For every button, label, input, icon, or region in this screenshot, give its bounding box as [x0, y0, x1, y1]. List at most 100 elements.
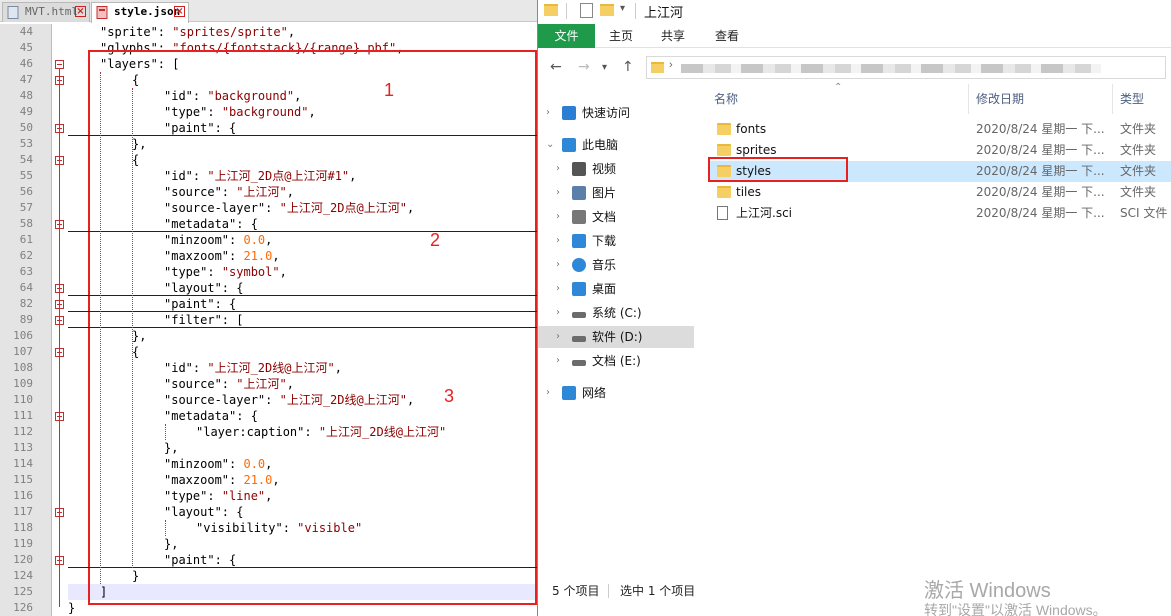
line-number: 117	[13, 505, 33, 518]
line-number: 64	[19, 281, 33, 294]
file-type: 文件夹	[1120, 122, 1157, 136]
file-row[interactable]: 上江河.sci 2020/8/24 星期一 下... SCI 文件	[708, 203, 1171, 224]
chevron-icon[interactable]: ›	[546, 102, 550, 124]
chevron-icon[interactable]: ›	[556, 254, 560, 276]
line-number: 118	[13, 521, 33, 534]
fold-separator	[68, 295, 537, 296]
file-date: 2020/8/24 星期一 下...	[976, 206, 1105, 220]
chevron-icon[interactable]: ›	[556, 182, 560, 204]
indent-guide	[165, 520, 166, 536]
up-arrow-icon[interactable]: ↑	[622, 59, 634, 75]
chevron-icon[interactable]: ›	[556, 350, 560, 372]
fold-toggle-icon[interactable]	[55, 60, 64, 69]
file-list: 名称 ⌃ 修改日期 类型 fonts 2020/8/24 星期一 下... 文件夹 s…	[708, 82, 1171, 564]
file-type: SCI 文件	[1120, 206, 1168, 220]
nav-item[interactable]: › 音乐	[538, 254, 694, 276]
line-number: 45	[19, 41, 33, 54]
drive-icon	[572, 360, 586, 366]
close-icon[interactable]: ×	[174, 6, 185, 17]
chevron-icon[interactable]: ›	[556, 326, 560, 348]
chevron-icon[interactable]: ›	[546, 382, 550, 404]
recent-chevron-icon[interactable]: ▾	[602, 62, 607, 73]
line-number: 125	[13, 585, 33, 598]
back-arrow-icon[interactable]: ←	[550, 59, 562, 75]
column-name[interactable]: 名称	[714, 84, 738, 114]
desktop-icon	[572, 282, 586, 296]
chevron-icon[interactable]: ›	[556, 278, 560, 300]
folder-icon	[544, 4, 558, 16]
tab-home[interactable]: 主页	[596, 24, 646, 48]
nav-item-label: 软件 (D:)	[592, 330, 643, 344]
nav-item-label: 网络	[582, 386, 607, 400]
fold-line	[59, 69, 60, 607]
activation-watermark-sub: 转到"设置"以激活 Windows。	[924, 602, 1107, 616]
nav-item-label: 图片	[592, 186, 617, 200]
code-token: :	[157, 25, 173, 39]
chevron-icon[interactable]: ›	[556, 302, 560, 324]
nav-item-label: 系统 (C:)	[592, 306, 642, 320]
line-number: 89	[19, 313, 33, 326]
line-number: 61	[19, 233, 33, 246]
column-type[interactable]: 类型	[1120, 84, 1144, 114]
properties-icon[interactable]	[580, 3, 593, 18]
file-date: 2020/8/24 星期一 下...	[976, 122, 1105, 136]
line-number: 47	[19, 73, 33, 86]
file-row[interactable]: tiles 2020/8/24 星期一 下... 文件夹	[708, 182, 1171, 203]
line-number: 106	[13, 329, 33, 342]
nav-item[interactable]: › 下载	[538, 230, 694, 252]
nav-item-label: 此电脑	[582, 138, 619, 152]
new-folder-icon[interactable]	[600, 4, 614, 16]
chevron-down-icon[interactable]: ▾	[620, 3, 625, 14]
nav-item-label: 视频	[592, 162, 617, 176]
nav-item[interactable]: › 图片	[538, 182, 694, 204]
file-icon	[717, 206, 728, 220]
address-path[interactable]: ›	[646, 56, 1166, 79]
line-number: 114	[13, 457, 33, 470]
tab-view[interactable]: 查看	[702, 24, 752, 48]
nav-item[interactable]: › 视频	[538, 158, 694, 180]
nav-item-label: 快速访问	[582, 106, 631, 120]
tab-label: MVT.html	[25, 5, 78, 18]
nav-item[interactable]: › 文档	[538, 206, 694, 228]
forward-arrow-icon[interactable]: →	[578, 59, 590, 75]
folder-icon	[717, 123, 731, 135]
line-number: 50	[19, 121, 33, 134]
chevron-icon[interactable]: ⌄	[546, 134, 554, 156]
divider	[608, 584, 609, 598]
tab-mvt-html[interactable]: MVT.html ×	[2, 2, 90, 22]
tab-file[interactable]: 文件	[538, 24, 595, 48]
file-icon	[96, 6, 108, 19]
column-date[interactable]: 修改日期	[976, 84, 1024, 114]
line-number: 126	[13, 601, 33, 614]
line-number: 55	[19, 169, 33, 182]
nav-item[interactable]: › 软件 (D:)	[538, 326, 694, 348]
line-number: 124	[13, 569, 33, 582]
nav-item[interactable]: › 文档 (E:)	[538, 350, 694, 372]
line-number: 113	[13, 441, 33, 454]
file-name: tiles	[736, 185, 762, 199]
chevron-icon[interactable]: ›	[556, 230, 560, 252]
nav-item[interactable]: › 网络	[538, 382, 694, 404]
tab-style-json[interactable]: style.json ×	[91, 2, 189, 23]
chevron-icon[interactable]: ›	[556, 158, 560, 180]
drive-icon	[572, 312, 586, 318]
tab-share[interactable]: 共享	[648, 24, 698, 48]
indent-guide	[100, 72, 101, 584]
fold-separator	[68, 567, 537, 568]
nav-item[interactable]: › 快速访问	[538, 102, 694, 124]
nav-item[interactable]: › 桌面	[538, 278, 694, 300]
line-number: 44	[19, 25, 33, 38]
music-icon	[572, 258, 586, 272]
column-divider[interactable]	[1112, 84, 1113, 114]
nav-item[interactable]: ⌄ 此电脑	[538, 134, 694, 156]
line-number: 53	[19, 137, 33, 150]
file-row[interactable]: fonts 2020/8/24 星期一 下... 文件夹	[708, 119, 1171, 140]
chevron-icon[interactable]: ›	[556, 206, 560, 228]
close-icon[interactable]: ×	[75, 6, 86, 17]
network-icon	[562, 386, 576, 400]
column-divider[interactable]	[968, 84, 969, 114]
code-token: }	[68, 601, 76, 615]
nav-item[interactable]: › 系统 (C:)	[538, 302, 694, 324]
line-number: 46	[19, 57, 33, 70]
line-number: 48	[19, 89, 33, 102]
